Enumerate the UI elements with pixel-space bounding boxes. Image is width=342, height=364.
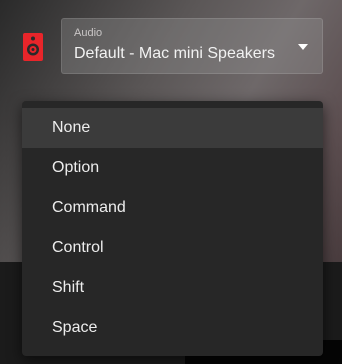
audio-select-label: Audio [74, 27, 103, 39]
menu-item-option[interactable]: Option [22, 148, 323, 188]
caret-down-icon[interactable] [298, 44, 308, 50]
modifier-dropdown-menu: None Option Command Control Shift Space [22, 101, 323, 356]
menu-item-space[interactable]: Space [22, 308, 323, 348]
menu-item-shift[interactable]: Shift [22, 268, 323, 308]
audio-select-value: Default - Mac mini Speakers [74, 45, 275, 62]
menu-item-command[interactable]: Command [22, 188, 323, 228]
audio-output-select[interactable]: Audio Default - Mac mini Speakers [61, 18, 323, 74]
menu-item-none[interactable]: None [22, 108, 323, 148]
menu-item-control[interactable]: Control [22, 228, 323, 268]
speaker-icon [23, 33, 43, 61]
